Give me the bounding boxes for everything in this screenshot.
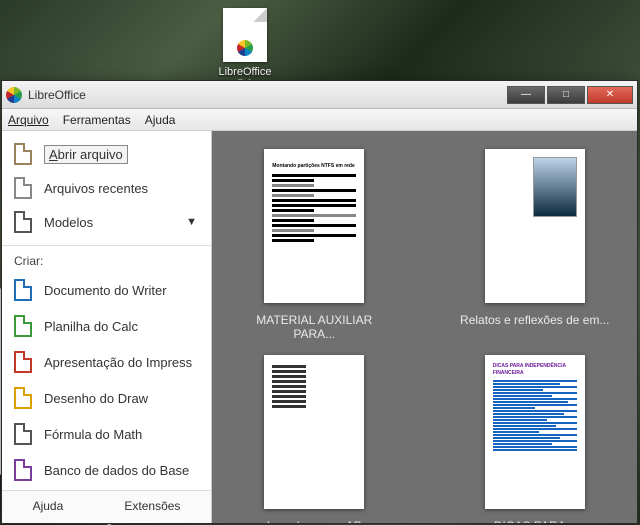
calc-icon <box>12 313 34 339</box>
sidebar-footer: Ajuda Extensões <box>2 490 211 523</box>
menu-ajuda[interactable]: Ajuda <box>145 113 176 127</box>
doc-label: MATERIAL AUXILIAR PARA... <box>234 313 395 341</box>
recent-icon <box>12 177 34 199</box>
menu-arquivo[interactable]: Arquivo <box>8 113 49 127</box>
recent-files-label: Arquivos recentes <box>44 181 148 196</box>
recent-doc-relatos-reflexoes[interactable]: Relatos e reflexões de em... <box>455 149 616 341</box>
menubar: Arquivo Ferramentas Ajuda <box>2 109 637 131</box>
create-item-label: Documento do Writer <box>44 283 167 298</box>
titlebar[interactable]: LibreOffice — □ ✕ <box>2 81 637 109</box>
window-title: LibreOffice <box>28 88 505 102</box>
doc-thumbnail <box>264 355 364 509</box>
maximize-button[interactable]: □ <box>547 86 585 104</box>
minimize-button[interactable]: — <box>507 86 545 104</box>
impress-icon <box>12 349 34 375</box>
separator <box>2 245 211 246</box>
sidebar: Abrir arquivo Arquivos recentes Modelos … <box>2 131 212 523</box>
desktop-shortcut-libreoffice[interactable]: LibreOffice 5.0 <box>210 8 280 90</box>
doc-label: Relatos e reflexões de em... <box>460 313 609 327</box>
recent-doc-dicas[interactable]: DICAS PARA INDEPENDÊNCIA FINANCEIRA DICA… <box>455 355 616 523</box>
create-item-label: Banco de dados do Base <box>44 463 189 478</box>
templates-icon <box>12 211 34 233</box>
doc-label: DICAS PARA... <box>494 519 576 523</box>
create-calc-spreadsheet[interactable]: Planilha do Calc <box>2 308 211 344</box>
create-item-label: Fórmula do Math <box>44 427 142 442</box>
recent-doc-locadoras-ap[interactable]: Locadoras em AP <box>234 355 395 523</box>
writer-icon <box>12 277 34 303</box>
app-icon <box>6 87 22 103</box>
create-draw-drawing[interactable]: Desenho do Draw <box>2 380 211 416</box>
extensions-link[interactable]: Extensões <box>124 499 180 513</box>
close-button[interactable]: ✕ <box>587 86 633 104</box>
open-file-label: Abrir arquivo <box>44 145 128 164</box>
create-impress-presentation[interactable]: Apresentação do Impress <box>2 344 211 380</box>
create-item-label: Planilha do Calc <box>44 319 138 334</box>
doc-label: Locadoras em AP <box>267 519 362 523</box>
math-icon <box>12 421 34 447</box>
chevron-down-icon: ▼ <box>186 216 197 228</box>
templates-label: Modelos <box>44 215 93 230</box>
create-math-formula[interactable]: Fórmula do Math <box>2 416 211 452</box>
doc-thumbnail: Montando partições NTFS em rede <box>264 149 364 303</box>
help-link[interactable]: Ajuda <box>33 499 64 513</box>
doc-thumbnail: DICAS PARA INDEPENDÊNCIA FINANCEIRA <box>485 355 585 509</box>
libreoffice-start-center-window: LibreOffice — □ ✕ Arquivo Ferramentas Aj… <box>1 80 638 524</box>
create-label: Criar: <box>2 252 211 272</box>
doc-thumbnail <box>485 149 585 303</box>
draw-icon <box>12 385 34 411</box>
create-item-label: Apresentação do Impress <box>44 355 192 370</box>
create-base-database[interactable]: Banco de dados do Base <box>2 452 211 488</box>
recent-files-button[interactable]: Arquivos recentes <box>2 171 211 205</box>
recent-doc-material-auxiliar[interactable]: Montando partições NTFS em rede MATERIAL… <box>234 149 395 341</box>
create-item-label: Desenho do Draw <box>44 391 148 406</box>
base-icon <box>12 457 34 483</box>
phone-image-icon <box>533 157 577 217</box>
folder-open-icon <box>12 143 34 165</box>
recent-documents-grid: Montando partições NTFS em rede MATERIAL… <box>212 131 637 523</box>
file-icon <box>223 8 267 62</box>
create-writer-document[interactable]: Documento do Writer <box>2 272 211 308</box>
menu-ferramentas[interactable]: Ferramentas <box>63 113 131 127</box>
templates-button[interactable]: Modelos ▼ <box>2 205 211 239</box>
open-file-button[interactable]: Abrir arquivo <box>2 137 211 171</box>
